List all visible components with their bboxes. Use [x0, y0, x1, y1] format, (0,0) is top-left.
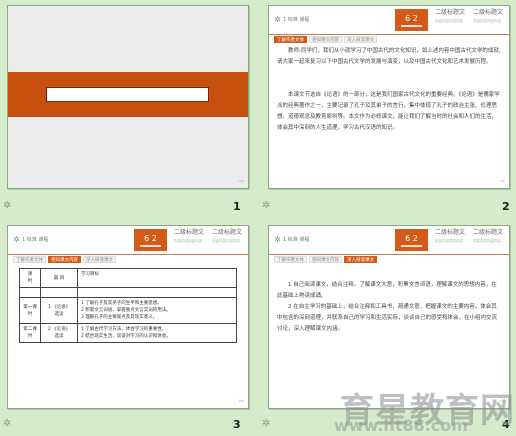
table-cell: 1 了解古代学习方法，体会学习的重要性。 2 结合现实生活，谈谈对学习的认识和体… — [77, 323, 237, 343]
header-logo: 6 2 — [134, 229, 167, 251]
tab-content[interactable]: 感知课文内容 — [309, 36, 342, 43]
header-sub-1: 内容内容内容内容 — [435, 239, 463, 243]
slide-nav-icon: ⇨ — [499, 178, 505, 185]
header-divider — [269, 254, 509, 255]
header-meta: 1 标准 课程 — [283, 237, 310, 243]
header-logo: 6 2 — [395, 9, 428, 31]
slide-tabs: 了解作者文体 感知课文内容 深入研读课文 — [274, 36, 377, 43]
table-row — [19, 287, 237, 298]
tab-study[interactable]: 深入研读课文 — [83, 256, 116, 263]
slide-transition-icon: ✲ — [3, 418, 12, 429]
paragraph: 教师:同学们，我们从小就学习了中国古代的文化知识，如上述内容中国古代文学的成就,… — [277, 48, 501, 65]
header-meta: 1 标准 课程 — [283, 17, 310, 23]
slide-header: ✲ 1 标准 课程 6 2 二级标题文 内容内容内容内容 二级标题文 内容内容内… — [269, 226, 509, 254]
table-cell: 第二课时 — [19, 323, 41, 343]
header-divider — [8, 254, 248, 255]
slide-number: 1 — [233, 200, 241, 213]
lesson-table: 课 时 篇 目 学习目标 第一课时 1 《论语》 选读 1 了解孔子及其弟子的生… — [19, 268, 237, 343]
table-cell: 第一课时 — [19, 297, 41, 324]
slide-transition-icon: ✲ — [3, 200, 12, 211]
table-cell: 课 时 — [19, 268, 41, 288]
title-placeholder — [46, 87, 209, 102]
slide-thumbnail-3[interactable]: ✲ 1 标准 课程 6 2 二级标题文 内容内容内容内容 二级标题文 内容内容内… — [7, 225, 249, 409]
table-cell: 1 了解孔子及其弟子的生平和主要思想。 2 积累文言词语，掌握重点文言实词的用法… — [77, 297, 237, 324]
table-cell: 2 《论语》 选读 — [40, 323, 78, 343]
header-sub-2: 内容内容内容内容 — [212, 239, 240, 243]
sun-icon: ✲ — [274, 15, 281, 24]
tab-content[interactable]: 感知课文内容 — [48, 256, 81, 263]
sun-icon: ✲ — [13, 235, 20, 244]
slide-nav-icon: ⇨ — [238, 398, 244, 405]
table-cell — [19, 287, 41, 298]
slide-thumbnail-1[interactable]: ⇨ — [7, 5, 249, 189]
slide-transition-icon: ✲ — [262, 200, 271, 211]
paragraph: 2 在自主学习的基础上，结合注释和工具书，疏通文意，把握课文的主要内容，体会其中… — [277, 304, 498, 332]
tab-study[interactable]: 深入研读课文 — [344, 36, 377, 43]
table-cell: 1 《论语》 选读 — [40, 297, 78, 324]
tab-content[interactable]: 感知课文内容 — [309, 256, 342, 263]
header-title-2: 二级标题文 — [212, 229, 243, 236]
paragraph: 1 自己阅读课文，结合注释，了解课文大意，积累文言词语，理解课文的思想内容，在此… — [277, 282, 497, 299]
table-row: 第一课时 1 《论语》 选读 1 了解孔子及其弟子的生平和主要思想。 2 积累文… — [19, 297, 237, 324]
tab-author[interactable]: 了解作者文体 — [13, 256, 46, 263]
tab-author[interactable]: 了解作者文体 — [274, 36, 307, 43]
header-sub-2: 内容内容内容内容 — [473, 19, 501, 23]
slide-tabs: 了解作者文体 感知课文内容 深入研读课文 — [274, 256, 377, 263]
table-cell — [77, 287, 237, 298]
tab-author[interactable]: 了解作者文体 — [274, 256, 307, 263]
slide-thumbnail-4[interactable]: ✲ 1 标准 课程 6 2 二级标题文 内容内容内容内容 二级标题文 内容内容内… — [268, 225, 510, 409]
slide-number: 3 — [233, 418, 241, 431]
table-cell: 篇 目 — [40, 268, 78, 288]
paragraph: 本课文节选自《论语》的一部分，这是我们国家古代文化的重要经典。《论语》是儒家学派… — [277, 92, 500, 131]
table-row: 课 时 篇 目 学习目标 — [19, 268, 237, 288]
slide-header: ✲ 1 标准 课程 6 2 二级标题文 内容内容内容内容 二级标题文 内容内容内… — [8, 226, 248, 254]
table-row: 第二课时 2 《论语》 选读 1 了解古代学习方法，体会学习的重要性。 2 结合… — [19, 323, 237, 343]
watermark-url: www.ht88.com — [334, 416, 468, 435]
header-divider — [269, 34, 509, 35]
table-cell — [40, 287, 78, 298]
header-title-2: 二级标题文 — [473, 9, 504, 16]
header-sub-1: 内容内容内容内容 — [174, 239, 202, 243]
slide-header: ✲ 1 标准 课程 6 2 二级标题文 内容内容内容内容 二级标题文 内容内容内… — [269, 6, 509, 34]
header-logo: 6 2 — [395, 229, 428, 251]
header-title-1: 二级标题文 — [435, 229, 466, 236]
slide-nav-icon: ⇨ — [238, 178, 244, 185]
slide-tabs: 了解作者文体 感知课文内容 深入研读课文 — [13, 256, 116, 263]
slide-transition-icon: ✲ — [262, 418, 271, 429]
tab-study[interactable]: 深入研读课文 — [344, 256, 377, 263]
slide-number: 2 — [502, 200, 510, 213]
header-meta: 1 标准 课程 — [22, 237, 49, 243]
sun-icon: ✲ — [274, 235, 281, 244]
header-sub-2: 内容内容内容内容 — [473, 239, 501, 243]
header-title-2: 二级标题文 — [473, 229, 504, 236]
slide-thumbnail-2[interactable]: ✲ 1 标准 课程 6 2 二级标题文 内容内容内容内容 二级标题文 内容内容内… — [268, 5, 510, 189]
header-sub-1: 内容内容内容内容 — [435, 19, 463, 23]
table-cell: 学习目标 — [77, 268, 237, 288]
header-title-1: 二级标题文 — [435, 9, 466, 16]
header-title-1: 二级标题文 — [174, 229, 205, 236]
